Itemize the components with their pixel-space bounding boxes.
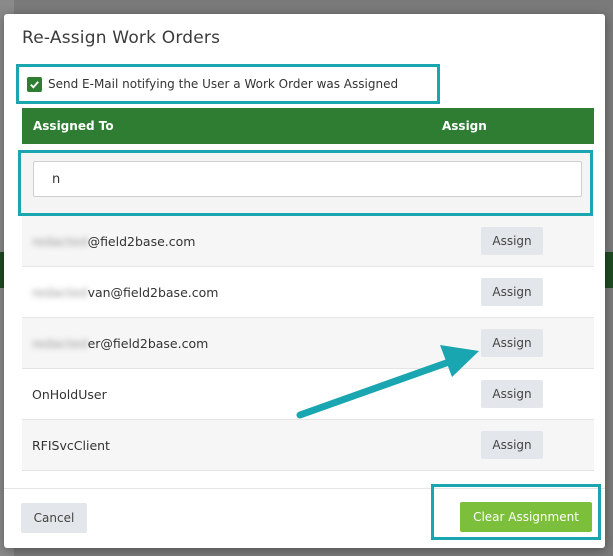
- redacted-text: redacted: [32, 233, 88, 249]
- assign-button[interactable]: Assign: [481, 329, 543, 357]
- row-user: OnHoldUser: [32, 386, 107, 402]
- row-user: redacted@field2base.com: [32, 234, 195, 249]
- table-header: Assigned To Assign: [22, 108, 594, 144]
- row-user: RFISvcClient: [32, 437, 110, 453]
- notify-email-checkbox[interactable]: [27, 76, 42, 92]
- table-row: redactedvan@field2base.com Assign: [22, 267, 594, 318]
- check-icon: [30, 80, 39, 89]
- assign-button[interactable]: Assign: [481, 431, 543, 459]
- clear-assignment-button[interactable]: Clear Assignment: [460, 502, 592, 532]
- user-search-input[interactable]: [33, 161, 582, 197]
- notify-email-row[interactable]: Send E-Mail notifying the User a Work Or…: [16, 64, 440, 104]
- row-user: redacteder@field2base.com: [32, 336, 208, 351]
- row-user-visible: van@field2base.com: [87, 284, 219, 300]
- search-row: [18, 150, 593, 216]
- redacted-text: redacted: [32, 335, 88, 351]
- redacted-text: redacted: [32, 284, 88, 300]
- assign-button[interactable]: Assign: [481, 227, 543, 255]
- assign-button[interactable]: Assign: [481, 278, 543, 306]
- modal-title: Re-Assign Work Orders: [22, 28, 221, 48]
- table-row: OnHoldUser Assign: [22, 369, 594, 420]
- table-row: redacteder@field2base.com Assign: [22, 318, 594, 369]
- cancel-button[interactable]: Cancel: [21, 503, 87, 533]
- clear-assignment-highlight: Clear Assignment: [431, 484, 601, 540]
- row-user: redactedvan@field2base.com: [32, 285, 218, 300]
- user-list: redacted@field2base.com Assign redactedv…: [22, 216, 594, 471]
- table-row: redacted@field2base.com Assign: [22, 216, 594, 267]
- row-user-visible: er@field2base.com: [87, 335, 209, 351]
- header-assign: Assign: [442, 119, 487, 133]
- notify-email-label: Send E-Mail notifying the User a Work Or…: [48, 77, 399, 91]
- table-row: RFISvcClient Assign: [22, 420, 594, 471]
- assign-button[interactable]: Assign: [481, 380, 543, 408]
- header-assigned-to: Assigned To: [33, 119, 114, 133]
- row-user-visible: @field2base.com: [87, 233, 196, 249]
- reassign-modal: Re-Assign Work Orders Send E-Mail notify…: [4, 14, 605, 548]
